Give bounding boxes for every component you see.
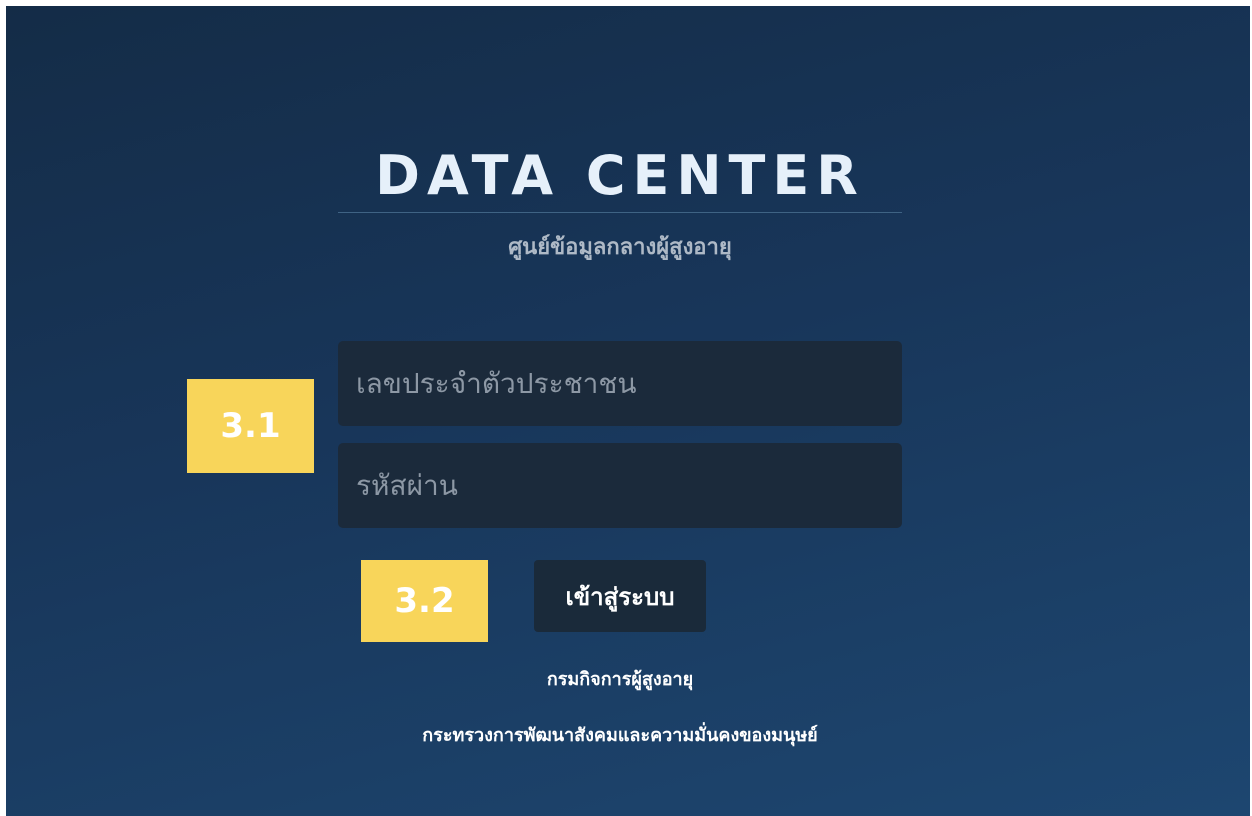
step-badge-3-2: 3.2: [361, 560, 488, 642]
ministry-name: กระทรวงการพัฒนาสังคมและความมั่นคงของมนุษ…: [422, 725, 818, 746]
page-subtitle: ศูนย์ข้อมูลกลางผู้สูงอายุ: [508, 235, 732, 260]
step-badge-3-1: 3.1: [187, 379, 314, 473]
department-name: กรมกิจการผู้สูงอายุ: [546, 669, 694, 690]
title-divider: [338, 212, 902, 213]
login-button[interactable]: เข้าสู่ระบบ: [534, 560, 706, 632]
password-input[interactable]: [338, 443, 902, 528]
citizen-id-input[interactable]: [338, 341, 902, 426]
login-screen: DATA CENTER ศูนย์ข้อมูลกลางผู้สูงอายุ 3.…: [6, 6, 1250, 816]
page-title: DATA CENTER: [375, 144, 865, 207]
